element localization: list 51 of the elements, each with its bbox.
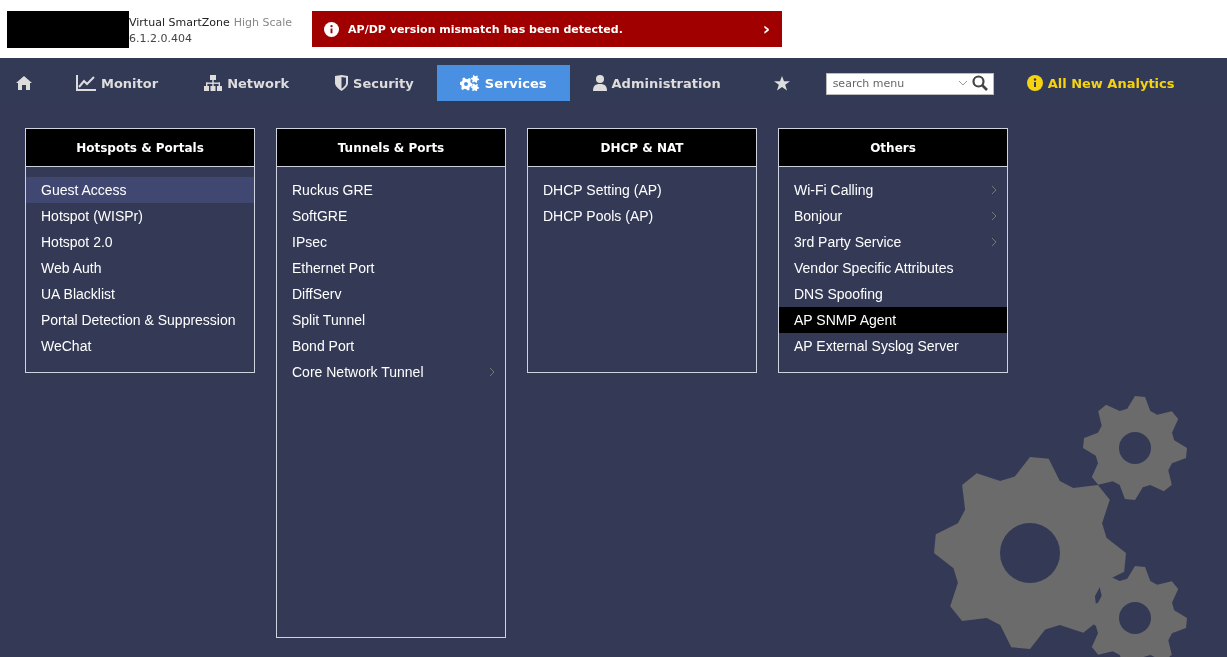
panel-title: Others [779,129,1007,167]
menu-item[interactable]: SoftGRE [277,203,505,229]
menu-item[interactable]: Ruckus GRE [277,177,505,203]
menu-item[interactable]: Bonjour [779,203,1007,229]
menu-item[interactable]: AP SNMP Agent [779,307,1007,333]
chevron-down-icon [957,80,968,86]
menu-item[interactable]: WeChat [26,333,254,359]
nav-tab[interactable]: Network [181,65,313,101]
nav-tab[interactable]: Monitor [46,65,182,101]
menu-item[interactable]: Wi-Fi Calling [779,177,1007,203]
gears-icon [459,75,480,91]
nav-tab[interactable]: Security [312,65,437,101]
search-icon[interactable] [971,75,988,91]
info-icon [324,21,340,37]
menu-item[interactable]: AP External Syslog Server [779,333,1007,359]
user-icon [592,75,607,91]
menu-item[interactable]: Core Network Tunnel [277,359,505,385]
menu-item[interactable]: Split Tunnel [277,307,505,333]
product-edition: High Scale [233,16,293,29]
alert-message: AP/DP version mismatch has been detected. [348,22,624,36]
analytics-link[interactable]: All New Analytics [1026,75,1175,91]
star-icon [773,75,790,91]
sitemap-icon [204,75,223,91]
menu-item[interactable]: Vendor Specific Attributes [779,255,1007,281]
alert-banner[interactable]: AP/DP version mismatch has been detected. › [312,11,783,47]
search-field[interactable]: search menu [825,72,994,95]
menu-item[interactable]: DHCP Setting (AP) [528,177,756,203]
menu-item[interactable]: 3rd Party Service [779,229,1007,255]
info-icon [1026,75,1043,91]
menu-item[interactable]: Guest Access [26,177,254,203]
panel-title: DHCP & NAT [528,129,756,167]
product-name: Virtual SmartZone [129,16,230,29]
menu-item[interactable]: DiffServ [277,281,505,307]
nav-tab[interactable]: Administration [569,65,744,101]
menu-item[interactable]: Web Auth [26,255,254,281]
menu-item[interactable]: Bond Port [277,333,505,359]
menu-item[interactable]: UA Blacklist [26,281,254,307]
panel-title: Hotspots & Portals [26,129,254,167]
panel-title: Tunnels & Ports [277,129,505,167]
menu-item[interactable]: Hotspot 2.0 [26,229,254,255]
line-chart-icon [76,75,96,91]
menu-item[interactable]: Ethernet Port [277,255,505,281]
menu-item[interactable]: DHCP Pools (AP) [528,203,756,229]
menu-item[interactable]: Portal Detection & Suppression [26,307,254,333]
alert-arrow: › [762,20,771,38]
version-text: 6.1.2.0.404 [129,31,193,47]
menu-item[interactable]: IPsec [277,229,505,255]
shield-icon [335,75,349,91]
menu-item[interactable]: DNS Spoofing [779,281,1007,307]
home-icon [16,76,32,90]
menu-item[interactable]: Hotspot (WISPr) [26,203,254,229]
